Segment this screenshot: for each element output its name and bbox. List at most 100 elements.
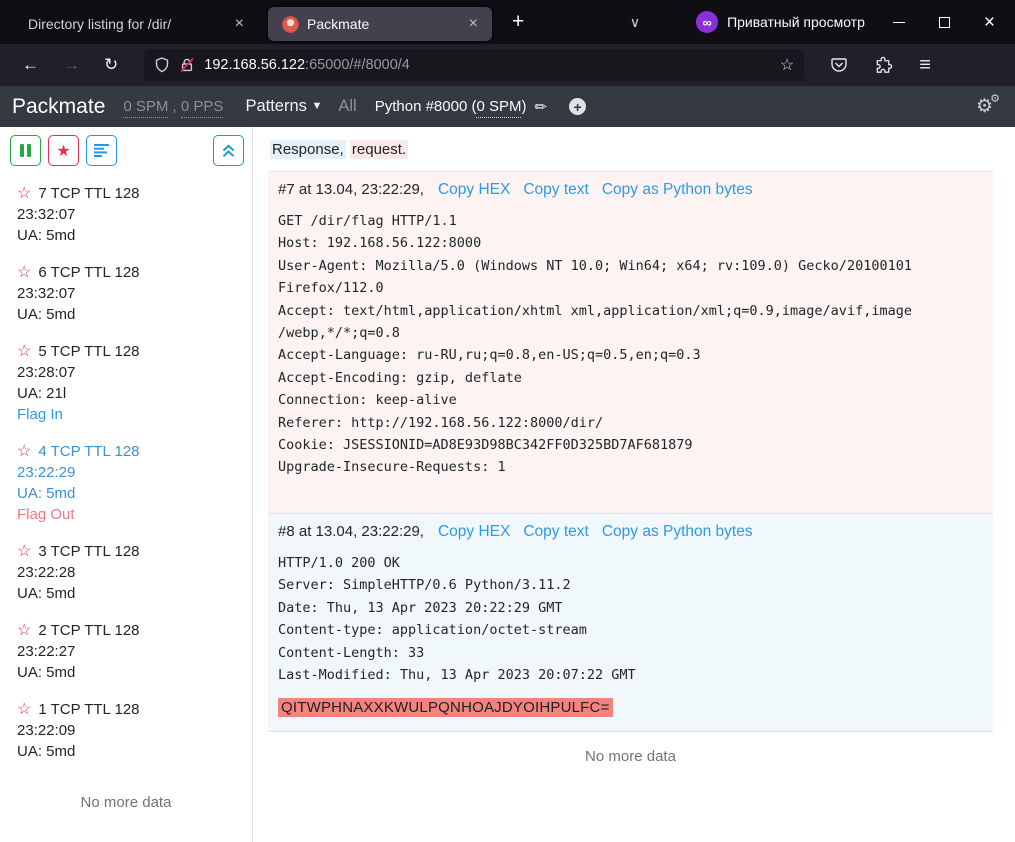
copy-hex-link[interactable]: Copy HEX (438, 181, 510, 198)
packet-user-agent: UA: 5md (17, 583, 242, 604)
card-title: #7 at 13.04, 23:22:29, (278, 181, 424, 198)
shield-icon[interactable] (154, 57, 170, 73)
patterns-label: Patterns (245, 97, 306, 115)
card-header: #8 at 13.04, 23:22:29, Copy HEX Copy text… (278, 523, 983, 541)
packet-list-item[interactable]: ☆ 2 TCP TTL 128 23:22:27 UA: 5md (0, 620, 252, 683)
copy-hex-link[interactable]: Copy HEX (438, 523, 510, 540)
packet-list-item[interactable]: ☆ 1 TCP TTL 128 23:22:09 UA: 5md (0, 699, 252, 762)
packet-flag-badge[interactable]: Flag In (17, 404, 242, 425)
card-list: #7 at 13.04, 23:22:29, Copy HEX Copy text… (268, 171, 993, 732)
packet-time: 23:22:27 (17, 641, 242, 662)
packet-detail-pane: Response, request. #7 at 13.04, 23:22:29… (253, 127, 1015, 842)
card-header: #7 at 13.04, 23:22:29, Copy HEX Copy text… (278, 181, 983, 199)
small-gear-icon: ⚙ (990, 92, 1000, 105)
stats-separator: , (168, 98, 181, 115)
url-bar[interactable]: 192.168.56.122:65000/#/8000/4 ☆ (144, 49, 804, 81)
content-area: ★ ☆ 7 TCP TTL 128 23:32 (0, 127, 1015, 842)
active-service[interactable]: Python #8000 (0 SPM) (375, 98, 527, 115)
packet-label: 6 TCP TTL 128 (38, 262, 139, 283)
all-services-link[interactable]: All (338, 97, 356, 116)
private-label: Приватный просмотр (727, 14, 865, 30)
browser-titlebar: Directory listing for /dir/ × Packmate ×… (0, 0, 1015, 44)
packet-list-item[interactable]: ☆ 4 TCP TTL 128 23:22:29 UA: 5md Flag Ou… (0, 441, 252, 525)
packet-flag-badge[interactable]: Flag Out (17, 504, 242, 525)
packet-time: 23:22:09 (17, 720, 242, 741)
settings-cogs-icon[interactable]: ⚙⚙ (976, 95, 993, 118)
packet-card: #8 at 13.04, 23:22:29, Copy HEX Copy text… (268, 514, 993, 732)
packet-time: 23:28:07 (17, 362, 242, 383)
edit-pencil-icon[interactable]: ✏ (534, 98, 547, 116)
packet-list-item[interactable]: ☆ 5 TCP TTL 128 23:28:07 UA: 21l Flag In (0, 341, 252, 425)
insecure-lock-icon[interactable] (179, 57, 195, 73)
packet-star-icon[interactable]: ☆ (17, 262, 31, 283)
packet-user-agent: UA: 5md (17, 662, 242, 683)
back-icon[interactable]: ← (10, 55, 51, 75)
card-links: Copy HEX Copy text Copy as Python bytes (438, 181, 766, 199)
packet-star-icon[interactable]: ☆ (17, 620, 31, 641)
traffic-stats: 0 SPM , 0 PPS (123, 98, 223, 115)
copy-as-python-bytes-link[interactable]: Copy as Python bytes (602, 181, 753, 198)
close-button[interactable]: × (984, 13, 995, 32)
packet-list-item[interactable]: ☆ 3 TCP TTL 128 23:22:28 UA: 5md (0, 541, 252, 604)
url-host: 192.168.56.122 (204, 57, 305, 73)
packet-sidebar: ★ ☆ 7 TCP TTL 128 23:32 (0, 127, 253, 842)
legend: Response, request. (268, 141, 993, 158)
new-tab-button[interactable]: + (506, 10, 530, 34)
menu-hamburger-icon[interactable]: ≡ (919, 54, 931, 77)
tab-packmate[interactable]: Packmate × (268, 7, 492, 41)
app-brand[interactable]: Packmate (12, 95, 105, 119)
packet-star-icon[interactable]: ☆ (17, 183, 31, 204)
packet-time: 23:22:29 (17, 462, 242, 483)
toolbar-right: ≡ (830, 54, 931, 77)
card-title: #8 at 13.04, 23:22:29, (278, 523, 424, 540)
service-spm: 0 SPM (476, 98, 521, 118)
tab-close-icon[interactable]: × (231, 15, 248, 33)
star-filled-icon: ★ (56, 141, 70, 161)
packet-label: 4 TCP TTL 128 (38, 441, 139, 462)
pps-stat: 0 PPS (181, 98, 224, 118)
align-left-icon (94, 144, 109, 157)
browser-toolbar: ← → ↻ 192.168.56.122:65000/#/8000/4 ☆ ≡ (0, 44, 1015, 86)
packet-star-icon[interactable]: ☆ (17, 341, 31, 362)
packet-star-icon[interactable]: ☆ (17, 441, 31, 462)
private-browsing-badge: ∞ Приватный просмотр (696, 11, 865, 33)
card-links: Copy HEX Copy text Copy as Python bytes (438, 523, 766, 541)
packmate-navbar: Packmate 0 SPM , 0 PPS Patterns ▼ All Py… (0, 86, 1015, 127)
packet-time: 23:22:28 (17, 562, 242, 583)
pocket-icon[interactable] (830, 56, 848, 74)
copy-text-link[interactable]: Copy text (523, 523, 588, 540)
private-mask-icon: ∞ (696, 11, 718, 33)
packet-label: 1 TCP TTL 128 (38, 699, 139, 720)
list-all-tabs-chevron-icon[interactable]: ∨ (630, 14, 640, 31)
main-no-more-data: No more data (268, 732, 993, 781)
packet-label: 5 TCP TTL 128 (38, 341, 139, 362)
packet-user-agent: UA: 5md (17, 483, 242, 504)
packet-body: HTTP/1.0 200 OK Server: SimpleHTTP/0.6 P… (278, 552, 983, 686)
packet-body: GET /dir/flag HTTP/1.1 Host: 192.168.56.… (278, 210, 983, 479)
packet-label: 3 TCP TTL 128 (38, 541, 139, 562)
add-service-button[interactable]: + (569, 98, 586, 115)
maximize-button[interactable] (939, 17, 950, 28)
bookmark-star-icon[interactable]: ☆ (780, 55, 794, 75)
url-text[interactable]: 192.168.56.122:65000/#/8000/4 (204, 57, 771, 73)
packet-star-icon[interactable]: ☆ (17, 699, 31, 720)
copy-text-link[interactable]: Copy text (523, 181, 588, 198)
minimize-button[interactable] (893, 22, 905, 23)
packet-star-icon[interactable]: ☆ (17, 541, 31, 562)
reload-icon[interactable]: ↻ (92, 55, 130, 75)
patterns-dropdown[interactable]: Patterns ▼ (245, 97, 322, 116)
forward-icon: → (51, 55, 92, 75)
flag-highlight: QITWPHNAXXKWULPQNHOAJDYOIHPULFC= (278, 698, 613, 717)
copy-as-python-bytes-link[interactable]: Copy as Python bytes (602, 523, 753, 540)
packet-list-item[interactable]: ☆ 6 TCP TTL 128 23:32:07 UA: 5md (0, 262, 252, 325)
scroll-to-top-button[interactable] (213, 135, 244, 166)
extensions-puzzle-icon[interactable] (874, 56, 893, 75)
list-view-button[interactable] (86, 135, 117, 166)
caret-down-icon: ▼ (311, 100, 322, 112)
pause-capture-button[interactable] (10, 135, 41, 166)
tab-close-icon[interactable]: × (465, 15, 482, 33)
legend-response-chip: Response, (270, 140, 346, 159)
tab-directory-listing[interactable]: Directory listing for /dir/ × (14, 7, 258, 41)
packet-list-item[interactable]: ☆ 7 TCP TTL 128 23:32:07 UA: 5md (0, 183, 252, 246)
favorites-filter-button[interactable]: ★ (48, 135, 79, 166)
